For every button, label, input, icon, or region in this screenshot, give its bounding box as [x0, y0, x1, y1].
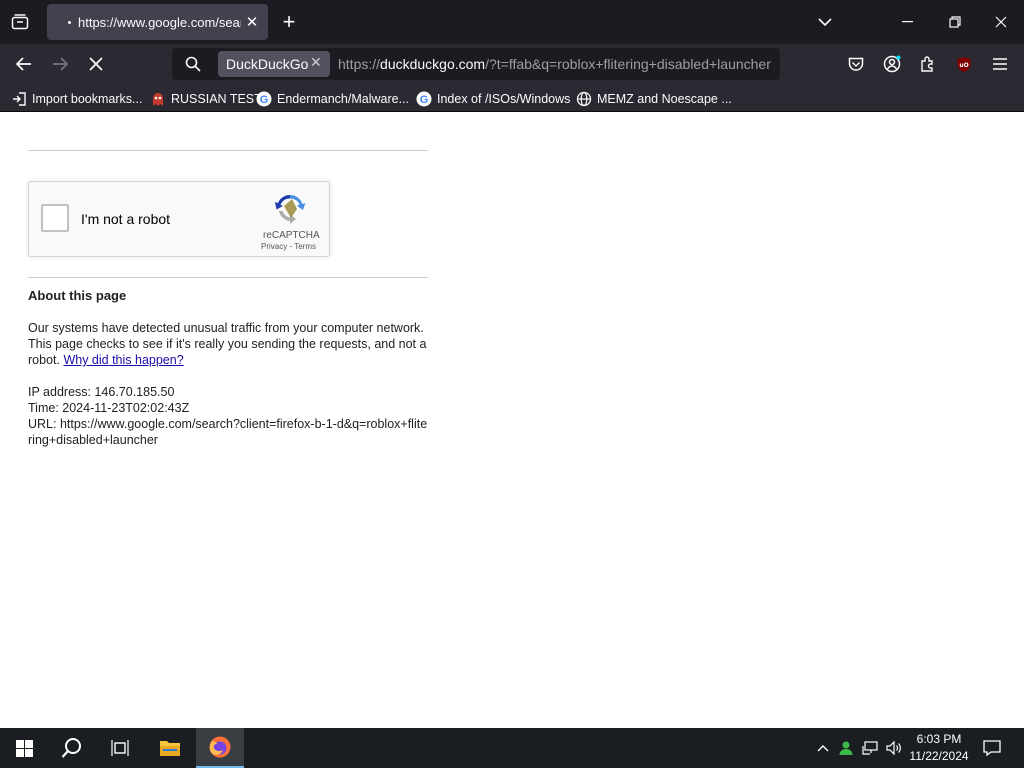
tab-google-search[interactable]: https://www.google.com/search ✕	[47, 4, 268, 40]
recaptcha-checkbox[interactable]	[41, 204, 69, 232]
time-line: Time: 2024-11-23T02:02:43Z	[28, 401, 190, 415]
svg-text:G: G	[420, 94, 429, 106]
url-path: /?t=ffab&q=roblox+flitering+disabled+lau…	[485, 56, 771, 72]
search-engine-chip[interactable]: DuckDuckGo ✕	[218, 51, 330, 77]
recaptcha-brand: reCAPTCHA	[263, 230, 320, 241]
restore-icon[interactable]	[943, 12, 967, 32]
clock[interactable]: 6:03 PM 11/22/2024	[906, 728, 972, 768]
bookmark-endermanch[interactable]: G Endermanch/Malware...	[256, 90, 409, 108]
about-heading: About this page	[28, 288, 127, 303]
svg-text:G: G	[260, 94, 269, 106]
privacy-link[interactable]: Privacy	[261, 242, 287, 251]
notification-icon	[983, 740, 1001, 756]
url-prefix: https://	[338, 56, 381, 72]
folder-icon	[160, 741, 180, 756]
divider	[28, 277, 428, 278]
tab-manager-icon[interactable]	[8, 11, 32, 33]
stop-loading-icon[interactable]	[84, 53, 108, 75]
url-host: duckduckgo.com	[380, 56, 486, 72]
tab-title: https://www.google.com/search	[78, 15, 241, 30]
bookmarks-toolbar: Import bookmarks... RUSSIAN TEST G Ender…	[0, 84, 1024, 112]
clock-time: 6:03 PM	[916, 732, 962, 746]
bookmark-memz[interactable]: MEMZ and Noescape ...	[576, 90, 732, 108]
search-icon	[61, 738, 81, 758]
page-content: I'm not a robot reCAPTCHA Privacy - Term…	[0, 113, 1024, 728]
remove-engine-icon[interactable]: ✕	[310, 54, 322, 71]
google-icon: G	[256, 91, 272, 107]
forward-icon	[48, 53, 72, 75]
bookmark-label: MEMZ and Noescape ...	[597, 92, 732, 106]
url-line: URL: https://www.google.com/search?clien…	[28, 417, 428, 447]
list-all-tabs-icon[interactable]	[814, 12, 836, 32]
speaker-icon	[886, 741, 901, 755]
network-button[interactable]	[860, 728, 880, 768]
navigation-toolbar: DuckDuckGo ✕ https://duckduckgo.com/?t=f…	[0, 44, 1024, 84]
bookmark-label: Endermanch/Malware...	[277, 92, 410, 106]
ip-address-line: IP address: 146.70.185.50	[28, 385, 175, 399]
bookmark-isos-windows[interactable]: G Index of /ISOs/Windows	[416, 90, 570, 108]
account-icon[interactable]	[881, 53, 903, 75]
address-bar[interactable]: DuckDuckGo ✕ https://duckduckgo.com/?t=f…	[172, 48, 780, 80]
recaptcha-label: I'm not a robot	[81, 211, 171, 227]
pocket-icon[interactable]	[845, 53, 867, 75]
search-engine-label: DuckDuckGo	[226, 56, 309, 72]
search-icon[interactable]	[182, 53, 204, 75]
bookmark-label: RUSSIAN TEST	[171, 92, 262, 106]
ghost-icon	[150, 91, 166, 107]
bookmark-label: Import bookmarks...	[32, 92, 143, 106]
notifications-button[interactable]	[978, 728, 1006, 768]
new-tab-icon[interactable]: +	[278, 9, 300, 34]
firefox-button[interactable]	[196, 728, 244, 768]
search-button[interactable]	[48, 728, 96, 768]
extensions-icon[interactable]	[917, 53, 939, 75]
loading-dot-icon	[68, 21, 71, 24]
user-tray-icon	[839, 741, 853, 755]
network-icon	[862, 741, 878, 755]
recaptcha-widget: I'm not a robot reCAPTCHA Privacy - Term…	[28, 181, 330, 257]
terms-link[interactable]: Terms	[294, 242, 316, 251]
import-icon	[11, 91, 27, 107]
bookmark-import[interactable]: Import bookmarks...	[11, 90, 142, 108]
task-view-icon	[111, 740, 129, 756]
why-link[interactable]: Why did this happen?	[63, 353, 183, 367]
tray-app-icon[interactable]	[836, 728, 856, 768]
volume-button[interactable]	[884, 728, 904, 768]
windows-icon	[15, 739, 33, 757]
chevron-up-icon	[817, 745, 829, 752]
task-view-button[interactable]	[96, 728, 144, 768]
url-field[interactable]: https://duckduckgo.com/?t=ffab&q=roblox+…	[338, 56, 776, 72]
divider	[28, 150, 428, 151]
bookmark-label: Index of /ISOs/Windows	[437, 92, 571, 106]
file-explorer-button[interactable]	[146, 728, 194, 768]
google-icon: G	[416, 91, 432, 107]
window-close-icon[interactable]	[989, 12, 1013, 32]
taskbar: 6:03 PM 11/22/2024	[0, 728, 1024, 768]
links-separator: -	[289, 242, 293, 251]
menu-icon[interactable]	[989, 53, 1011, 75]
bookmark-russian-test[interactable]: RUSSIAN TEST	[150, 90, 262, 108]
close-tab-icon[interactable]: ✕	[243, 13, 261, 31]
unusual-traffic-message: Our systems have detected unusual traffi…	[28, 320, 430, 368]
clock-date: 11/22/2024	[909, 749, 969, 763]
recaptcha-logo-icon	[273, 191, 307, 225]
title-bar: https://www.google.com/search ✕ +	[0, 0, 1024, 44]
recaptcha-links: Privacy - Terms	[261, 242, 316, 251]
ublock-origin-icon[interactable]: uO	[953, 53, 975, 75]
svg-text:uO: uO	[959, 62, 968, 69]
back-icon[interactable]	[12, 53, 36, 75]
firefox-icon	[209, 736, 231, 758]
start-button[interactable]	[0, 728, 48, 768]
globe-icon	[576, 91, 592, 107]
minimize-icon[interactable]	[896, 12, 920, 32]
show-hidden-icons-button[interactable]	[814, 728, 832, 768]
